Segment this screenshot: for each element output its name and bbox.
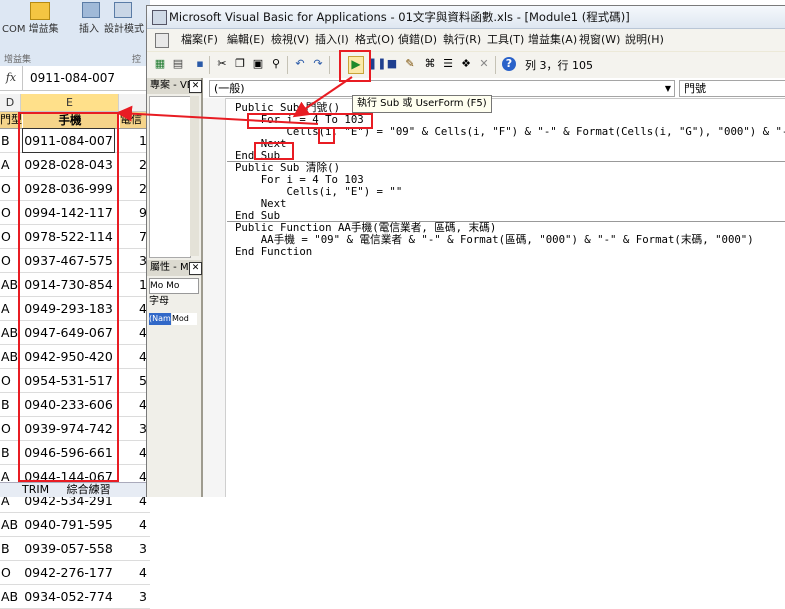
table-row: B 0939-057-558 3 [0, 537, 150, 561]
arrow-code-to-column [116, 105, 319, 125]
cell-type[interactable]: B [0, 537, 19, 560]
arrow-run-to-code [292, 76, 353, 118]
cell-carrier[interactable]: 3 [139, 537, 150, 560]
cell-phone[interactable]: 0934-052-774 [23, 585, 114, 608]
table-row: AB 0940-791-595 4 [0, 513, 150, 537]
cell-phone[interactable]: 0940-791-595 [23, 513, 114, 536]
cell-type[interactable]: AB [0, 513, 19, 536]
cell-type[interactable]: O [0, 561, 19, 584]
cell-type[interactable]: AB [0, 585, 19, 608]
cell-phone[interactable]: 0942-276-177 [23, 561, 114, 584]
table-row: O 0942-276-177 4 [0, 561, 150, 585]
annotation-arrows [116, 76, 353, 125]
cell-carrier[interactable]: 4 [139, 561, 150, 584]
table-row: AB 0934-052-774 3 [0, 585, 150, 609]
cell-phone[interactable]: 0939-057-558 [23, 537, 114, 560]
cell-carrier[interactable]: 3 [139, 585, 150, 608]
cell-carrier[interactable]: 4 [139, 513, 150, 536]
